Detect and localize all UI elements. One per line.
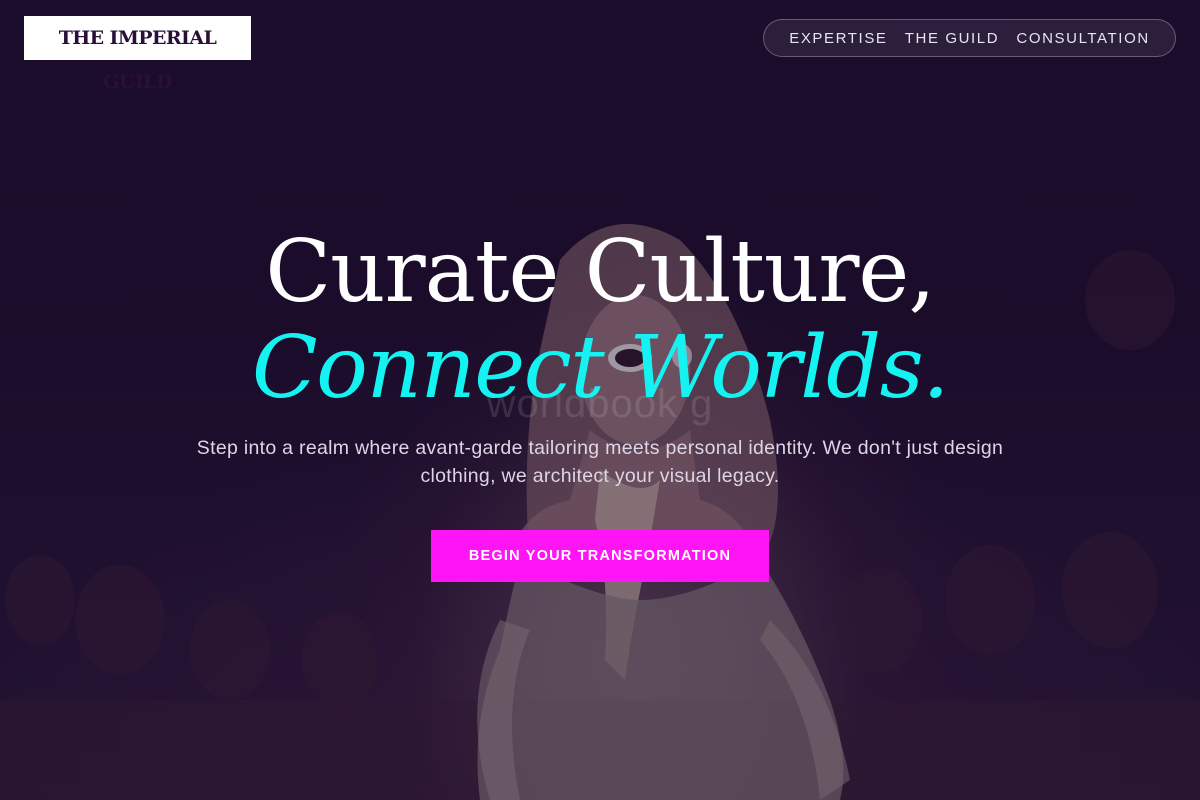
hero-section: THE IMPERIAL GUILD EXPERTISE THE GUILD C… xyxy=(0,0,1200,800)
begin-transformation-button[interactable]: BEGIN YOUR TRANSFORMATION xyxy=(431,530,769,582)
brand-logo[interactable]: THE IMPERIAL GUILD xyxy=(24,16,251,93)
nav-item-the-guild[interactable]: THE GUILD xyxy=(905,30,999,47)
hero-subtext: Step into a realm where avant-garde tail… xyxy=(196,437,1004,487)
main-navigation: EXPERTISE THE GUILD CONSULTATION xyxy=(763,19,1176,57)
hero-headline-line1: Curate Culture, xyxy=(265,222,935,322)
nav-item-consultation[interactable]: CONSULTATION xyxy=(1016,30,1149,47)
nav-item-expertise[interactable]: EXPERTISE xyxy=(789,30,887,47)
hero-headline-line2: Connect Worlds. xyxy=(251,318,950,418)
